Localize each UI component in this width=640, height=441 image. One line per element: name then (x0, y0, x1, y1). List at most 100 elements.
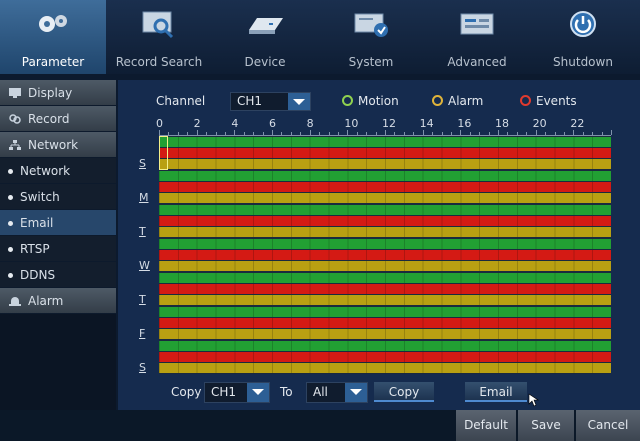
channel-select-value: CH1 (237, 94, 263, 108)
copy-label: Copy (171, 385, 202, 399)
sidebar-item-label: Record (28, 112, 70, 126)
schedule-band[interactable] (159, 239, 611, 249)
top-navigation: Parameter Record Search Device System Ad… (0, 0, 640, 74)
schedule-band[interactable] (159, 227, 611, 237)
sidebar-item-label: Network (20, 164, 71, 178)
copy-from-select[interactable]: CH1 (204, 382, 270, 403)
sidebar-item-network[interactable]: Network (0, 158, 116, 184)
schedule-band[interactable] (159, 284, 611, 294)
sidebar-item-label: Network (28, 138, 79, 152)
day-label: F (139, 327, 146, 340)
schedule-band[interactable] (159, 171, 611, 181)
schedule-band[interactable] (159, 205, 611, 215)
default-button[interactable]: Default (456, 410, 516, 441)
chevron-down-icon (288, 93, 310, 110)
tab-label: Parameter (21, 55, 85, 69)
schedule-band[interactable] (159, 148, 611, 158)
tab-advanced[interactable]: Advanced (424, 0, 530, 74)
legend-alarm: Alarm (432, 94, 483, 108)
copy-button[interactable]: Copy (374, 382, 434, 402)
sidebar-item-ddns[interactable]: DDNS (0, 262, 116, 288)
sidebar-item-record[interactable]: Record (0, 106, 116, 132)
bullet-icon (8, 221, 13, 226)
schedule-band[interactable] (159, 182, 611, 192)
sidebar-item-rtsp[interactable]: RTSP (0, 236, 116, 262)
legend-label: Motion (358, 94, 399, 108)
copy-to-value: All (313, 385, 328, 399)
schedule-band[interactable] (159, 216, 611, 226)
day-label: T (139, 293, 146, 306)
schedule-band[interactable] (159, 363, 611, 373)
copy-to-select[interactable]: All (306, 382, 368, 403)
tab-label: Advanced (447, 55, 507, 69)
hour-label: 20 (532, 117, 547, 130)
copy-from-value: CH1 (211, 385, 237, 399)
tab-label: Record Search (115, 55, 203, 69)
schedule-grid[interactable] (159, 136, 611, 374)
schedule-band[interactable] (159, 352, 611, 362)
schedule-band[interactable] (159, 329, 611, 339)
schedule-band[interactable] (159, 193, 611, 203)
hour-label: 2 (193, 117, 201, 130)
channel-select[interactable]: CH1 (230, 92, 311, 111)
schedule-band[interactable] (159, 273, 611, 283)
bullet-icon (8, 247, 13, 252)
tab-label: System (348, 55, 394, 69)
schedule-panel: Channel CH1 Motion Alarm Events 0 2 4 6 8 10 1… (118, 80, 640, 410)
tab-record-search[interactable]: Record Search (106, 0, 212, 74)
system-icon (354, 13, 388, 37)
selection-marker (159, 136, 168, 170)
sidebar-item-email[interactable]: Email (0, 210, 116, 236)
schedule-band[interactable] (159, 307, 611, 317)
sidebar-item-label: DDNS (20, 268, 56, 282)
schedule-band[interactable] (159, 341, 611, 351)
save-button[interactable]: Save (518, 410, 574, 441)
tab-system[interactable]: System (318, 0, 424, 74)
hour-label: 14 (419, 117, 434, 130)
alarm-ring-icon (432, 95, 443, 106)
day-label: W (139, 259, 150, 272)
hour-label: 16 (457, 117, 472, 130)
mouse-cursor-icon (528, 393, 539, 407)
hour-label: 0 (156, 117, 163, 130)
schedule-band[interactable] (159, 318, 611, 328)
hour-label: 8 (306, 117, 314, 130)
hour-label: 6 (269, 117, 276, 130)
hour-label: 4 (231, 117, 239, 130)
sidebar-item-label: Email (20, 216, 54, 230)
schedule-band[interactable] (159, 137, 611, 147)
tab-shutdown[interactable]: Shutdown (530, 0, 636, 74)
schedule-band[interactable] (159, 159, 611, 169)
gears-icon (39, 15, 67, 32)
bullet-icon (8, 273, 13, 278)
events-ring-icon (520, 95, 531, 106)
record-search-icon (142, 11, 174, 39)
device-icon (249, 18, 283, 34)
sidebar-item-label: Switch (20, 190, 60, 204)
cancel-button[interactable]: Cancel (576, 410, 640, 441)
email-button[interactable]: Email (465, 382, 527, 402)
schedule-band[interactable] (159, 295, 611, 305)
legend-events: Events (520, 94, 577, 108)
sidebar-item-display[interactable]: Display (0, 80, 116, 106)
tab-device[interactable]: Device (212, 0, 318, 74)
motion-ring-icon (342, 95, 353, 106)
advanced-icon (460, 13, 494, 35)
sidebar-item-label: Display (28, 86, 73, 100)
day-label: S (139, 361, 146, 374)
hour-label: 18 (495, 117, 509, 130)
sidebar-item-switch[interactable]: Switch (0, 184, 116, 210)
sidebar-item-alarm[interactable]: Alarm (0, 288, 116, 314)
day-label: S (139, 157, 146, 170)
bullet-icon (8, 195, 13, 200)
record-icon (9, 114, 21, 124)
schedule-band[interactable] (159, 250, 611, 260)
tab-label: Device (244, 55, 286, 69)
hour-label: 22 (570, 117, 585, 130)
tab-parameter[interactable]: Parameter (0, 0, 106, 74)
sidebar-item-network-group[interactable]: Network (0, 132, 116, 158)
sidebar: Display Record Network Network Switch Em… (0, 80, 116, 441)
day-label: T (139, 225, 146, 238)
chevron-down-icon (345, 383, 367, 402)
schedule-band[interactable] (159, 261, 611, 271)
